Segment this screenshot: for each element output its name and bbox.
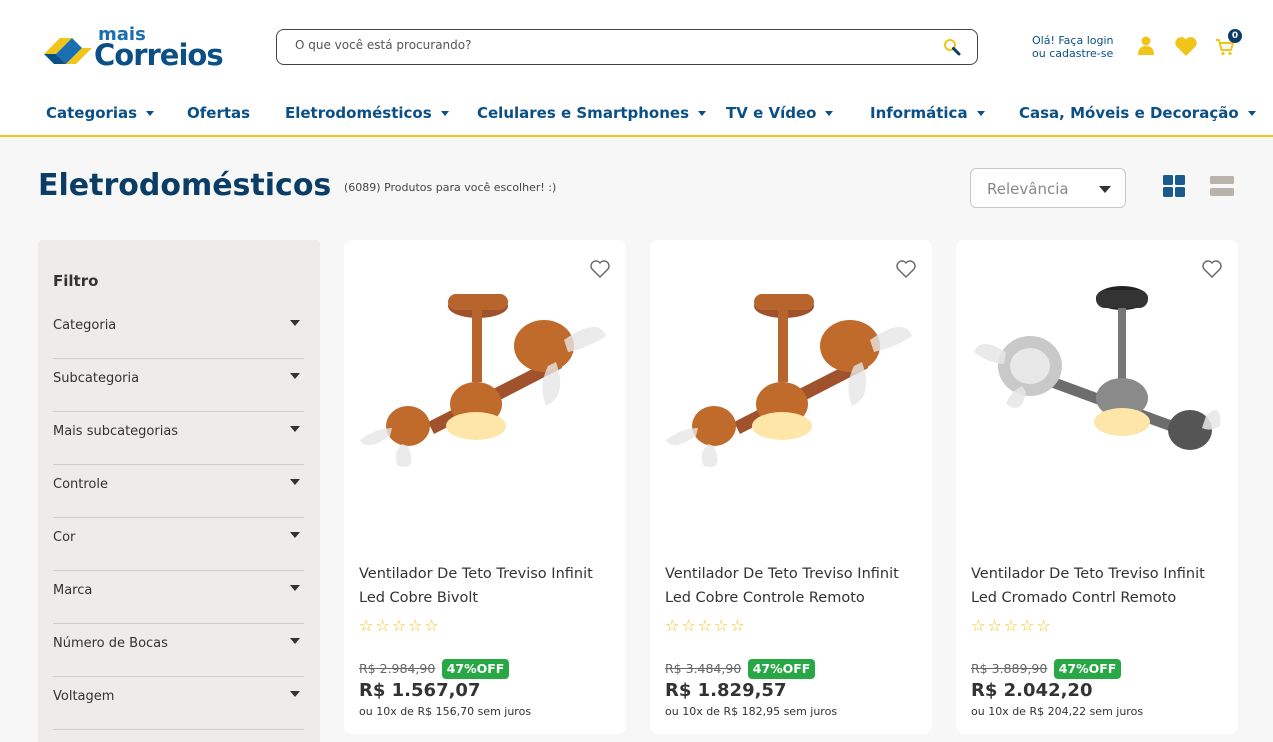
price: R$ 1.567,07 xyxy=(359,680,481,701)
product-count: (6089) Produtos para você escolher! :) xyxy=(344,181,557,194)
filter-label: Marca xyxy=(53,583,93,598)
discount-badge: 47%OFF xyxy=(442,659,509,679)
filter-mais-subcategorias[interactable]: Mais subcategorias xyxy=(53,412,304,465)
login-line-1: Olá! Faça login xyxy=(1032,34,1114,47)
chevron-down-icon xyxy=(146,110,155,116)
filter-label: Controle xyxy=(53,477,108,492)
product-card[interactable]: Ventilador De Teto Treviso Infinit Led C… xyxy=(956,240,1238,734)
filter-subcategoria[interactable]: Subcategoria xyxy=(53,359,304,412)
nav-item-eletrodomesticos[interactable]: Eletrodomésticos xyxy=(285,104,449,122)
chevron-down-icon xyxy=(440,110,449,116)
ceiling-fan-copper-image[interactable] xyxy=(664,276,918,496)
filter-label: Número de Bocas xyxy=(53,636,168,651)
filter-title: Filtro xyxy=(53,272,99,290)
price: R$ 2.042,20 xyxy=(971,680,1093,701)
page-title: Eletrodomésticos xyxy=(38,168,332,203)
main-nav: Categorias Ofertas Eletrodomésticos Celu… xyxy=(0,104,1273,130)
sort-select[interactable]: Relevância xyxy=(970,168,1126,208)
nav-item-categorias[interactable]: Categorias xyxy=(46,104,155,122)
list-view-icon[interactable] xyxy=(1210,176,1234,196)
grid-view-icon[interactable] xyxy=(1163,175,1185,197)
product-card[interactable]: Ventilador De Teto Treviso Infinit Led C… xyxy=(344,240,626,734)
nav-label: Categorias xyxy=(46,104,138,122)
installments: ou 10x de R$ 204,22 sem juros xyxy=(971,705,1144,718)
chevron-down-icon xyxy=(290,373,300,379)
filter-categoria[interactable]: Categoria xyxy=(53,306,304,359)
chevron-down-icon xyxy=(290,638,300,644)
rating-stars-icon: ☆☆☆☆☆ xyxy=(665,616,747,635)
chevron-down-icon xyxy=(698,110,707,116)
correios-logo-icon xyxy=(44,38,92,64)
filter-label: Voltagem xyxy=(53,689,115,704)
nav-label: Eletrodomésticos xyxy=(285,104,432,122)
discount-badge: 47%OFF xyxy=(1054,659,1121,679)
filter-label: Categoria xyxy=(53,318,117,333)
nav-label: TV e Vídeo xyxy=(726,104,817,122)
installments: ou 10x de R$ 182,95 sem juros xyxy=(665,705,838,718)
sort-selected-value: Relevância xyxy=(987,180,1069,198)
ceiling-fan-copper-image[interactable] xyxy=(358,276,612,496)
chevron-down-icon xyxy=(825,110,834,116)
logo-correios-text: Correios xyxy=(94,38,224,72)
filter-voltagem[interactable]: Voltagem xyxy=(53,677,304,730)
old-price: R$ 2.984,90 xyxy=(359,661,436,676)
product-name[interactable]: Ventilador De Teto Treviso Infinit Led C… xyxy=(971,562,1223,610)
filter-cor[interactable]: Cor xyxy=(53,518,304,571)
old-price: R$ 3.889,90 xyxy=(971,661,1048,676)
filter-numero-de-bocas[interactable]: Número de Bocas xyxy=(53,624,304,677)
rating-stars-icon: ☆☆☆☆☆ xyxy=(971,616,1053,635)
chevron-down-icon xyxy=(290,532,300,538)
search-input[interactable] xyxy=(295,38,895,52)
filter-label: Cor xyxy=(53,530,76,545)
chevron-down-icon xyxy=(290,479,300,485)
product-name[interactable]: Ventilador De Teto Treviso Infinit Led C… xyxy=(359,562,611,610)
header: mais Correios Olá! Faça login ou cadastr… xyxy=(0,0,1273,137)
nav-label: Informática xyxy=(870,104,968,122)
old-price: R$ 3.484,90 xyxy=(665,661,742,676)
filter-label: Mais subcategorias xyxy=(53,424,179,439)
product-card[interactable]: Ventilador De Teto Treviso Infinit Led C… xyxy=(650,240,932,734)
nav-label: Ofertas xyxy=(187,104,251,122)
product-name[interactable]: Ventilador De Teto Treviso Infinit Led C… xyxy=(665,562,917,610)
chevron-down-icon xyxy=(290,426,300,432)
nav-item-casa-moveis[interactable]: Casa, Móveis e Decoração xyxy=(1019,104,1256,122)
discount-badge: 47%OFF xyxy=(748,659,815,679)
filter-marca[interactable]: Marca xyxy=(53,571,304,624)
nav-item-ofertas[interactable]: Ofertas xyxy=(187,104,250,122)
chevron-down-icon xyxy=(976,110,985,116)
nav-label: Celulares e Smartphones xyxy=(477,104,690,122)
chevron-down-icon xyxy=(290,585,300,591)
filter-controle[interactable]: Controle xyxy=(53,465,304,518)
login-line-2: ou cadastre-se xyxy=(1032,47,1114,60)
rating-stars-icon: ☆☆☆☆☆ xyxy=(359,616,441,635)
heart-icon[interactable] xyxy=(1174,36,1198,57)
login-link[interactable]: Olá! Faça login ou cadastre-se xyxy=(1032,34,1114,60)
search-icon[interactable] xyxy=(943,38,961,56)
nav-label: Casa, Móveis e Decoração xyxy=(1019,104,1239,122)
filter-sidebar: Filtro Categoria Subcategoria Mais subca… xyxy=(38,240,320,742)
ceiling-fan-chrome-image[interactable] xyxy=(970,276,1224,496)
nav-item-celulares[interactable]: Celulares e Smartphones xyxy=(477,104,707,122)
search-bar xyxy=(276,29,978,65)
chevron-down-icon xyxy=(1247,110,1256,116)
nav-item-tv-video[interactable]: TV e Vídeo xyxy=(726,104,834,122)
chevron-down-icon xyxy=(1099,186,1111,193)
filter-label: Subcategoria xyxy=(53,371,140,386)
installments: ou 10x de R$ 156,70 sem juros xyxy=(359,705,532,718)
chevron-down-icon xyxy=(290,320,300,326)
chevron-down-icon xyxy=(290,691,300,697)
cart-count-badge: 0 xyxy=(1228,29,1242,43)
user-icon[interactable] xyxy=(1137,36,1155,55)
mais-correios-logo[interactable]: mais Correios xyxy=(42,24,224,74)
price: R$ 1.829,57 xyxy=(665,680,787,701)
nav-item-informatica[interactable]: Informática xyxy=(870,104,985,122)
